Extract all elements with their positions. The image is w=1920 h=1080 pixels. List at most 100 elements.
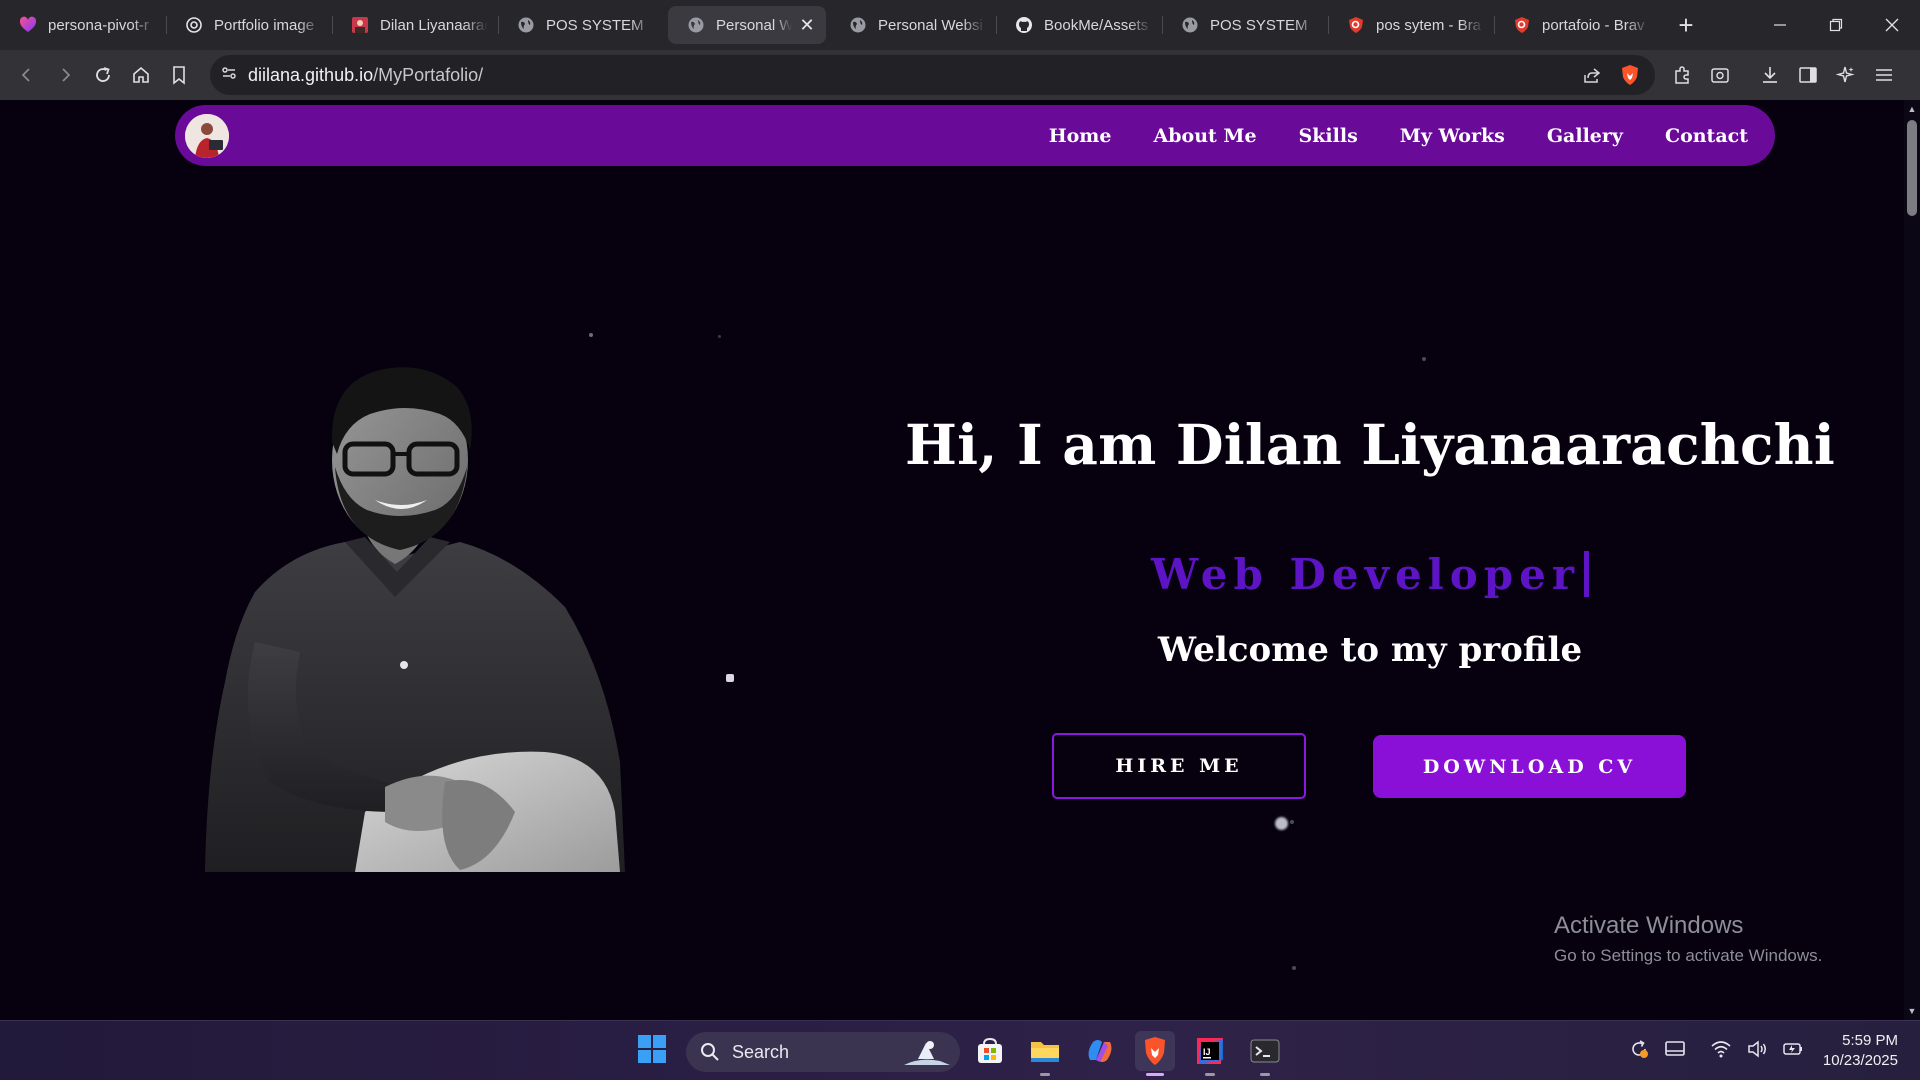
brave-lion-icon (1622, 65, 1638, 85)
browser-tab[interactable]: portafoio - Brav (1494, 6, 1660, 44)
tab-title: Dilan Liyanaarac (380, 16, 488, 34)
browser-tab-active[interactable]: Personal W ✕ (668, 6, 826, 44)
navigation-buttons (8, 56, 198, 94)
sidebar-icon (1799, 67, 1817, 83)
taskbar-clock[interactable]: 5:59 PM 10/23/2025 (1823, 1031, 1898, 1071)
close-tab-icon[interactable]: ✕ (798, 15, 816, 36)
browser-tab[interactable]: persona-pivot-r (0, 6, 166, 44)
taskbar-app[interactable] (970, 1031, 1010, 1071)
display-icon[interactable] (1664, 1038, 1686, 1065)
page-scrollbar[interactable]: ▲ ▼ (1904, 100, 1920, 1020)
watermark-title: Activate Windows (1554, 912, 1744, 939)
share-button[interactable] (1573, 56, 1611, 94)
globe-icon (686, 15, 706, 35)
avatar (185, 113, 229, 158)
browser-tab[interactable]: Dilan Liyanaarac (332, 6, 498, 44)
chatgpt-icon (184, 15, 204, 35)
windows-taskbar: Search IJ 5:59 PM 10/23/2025 (0, 1020, 1920, 1080)
background-particle (1292, 966, 1296, 970)
taskbar-search-box[interactable]: Search (686, 1032, 960, 1072)
url-path: /MyPortafolio/ (373, 64, 484, 85)
role-text: Web Developer (1151, 550, 1580, 599)
typed-role-text: Web Developer (890, 550, 1850, 599)
window-controls (1752, 0, 1920, 50)
profile-logo[interactable] (185, 113, 229, 158)
windows-logo-icon (638, 1035, 666, 1063)
download-cv-button[interactable]: DOWNLOAD CV (1373, 735, 1686, 798)
clock-time: 5:59 PM (1842, 1032, 1898, 1049)
svg-text:IJ: IJ (1203, 1047, 1211, 1057)
share-icon (1584, 68, 1601, 83)
microsoft-store-icon (978, 1037, 1002, 1063)
system-tray (1628, 1021, 1804, 1080)
watermark-subtitle: Go to Settings to activate Windows. (1554, 946, 1823, 965)
start-button[interactable] (636, 1033, 672, 1069)
main-menu-button[interactable] (1865, 56, 1903, 94)
taskbar-app[interactable] (1080, 1031, 1120, 1071)
address-bar[interactable]: diilana.github.io/MyPortafolio/ (210, 55, 1655, 95)
brave-search-icon (1512, 15, 1532, 35)
update-icon[interactable] (1628, 1038, 1650, 1065)
back-button[interactable] (8, 56, 46, 94)
brave-shields-button[interactable] (1611, 56, 1649, 94)
taskbar-app[interactable] (1245, 1031, 1285, 1076)
minimize-icon (1774, 24, 1786, 26)
browser-tab[interactable]: pos sytem - Bra (1328, 6, 1494, 44)
search-icon (701, 1043, 719, 1061)
restore-button[interactable] (1808, 0, 1864, 50)
restore-icon (1829, 18, 1843, 32)
copilot-icon (1088, 1040, 1112, 1062)
home-icon (133, 66, 149, 83)
background-particle (726, 674, 734, 682)
photo-favicon (350, 15, 370, 35)
tab-title: pos sytem - Bra (1376, 16, 1482, 34)
profile-portrait: FILA (205, 367, 625, 872)
file-explorer-icon (1031, 1042, 1059, 1062)
extensions-button[interactable] (1663, 56, 1701, 94)
browser-tab[interactable]: POS SYSTEM (498, 6, 664, 44)
toolbar-right-tools (1663, 56, 1903, 94)
search-highlight-icon (904, 1041, 950, 1065)
browser-tab[interactable]: POS SYSTEM (1162, 6, 1328, 44)
wifi-icon[interactable] (1710, 1038, 1732, 1065)
browser-tab[interactable]: Personal Websi (830, 6, 996, 44)
forward-arrow-icon (62, 68, 71, 82)
leo-ai-button[interactable] (1827, 56, 1865, 94)
browser-tab-strip: persona-pivot-r Portfolio image Dilan Li… (0, 0, 1920, 50)
tab-title: POS SYSTEM (546, 16, 644, 34)
browser-tab[interactable]: Portfolio image (166, 6, 332, 44)
background-particle (718, 335, 721, 338)
site-settings-icon[interactable] (220, 64, 238, 87)
scroll-thumb[interactable] (1907, 120, 1917, 216)
downloads-button[interactable] (1751, 56, 1789, 94)
home-button[interactable] (122, 56, 160, 94)
tab-title: POS SYSTEM (1210, 16, 1308, 34)
puzzle-icon (1675, 66, 1689, 84)
lovable-icon (18, 15, 38, 35)
new-tab-button[interactable]: + (1666, 6, 1706, 44)
forward-button[interactable] (46, 56, 84, 94)
sidebar-button[interactable] (1789, 56, 1827, 94)
reload-button[interactable] (84, 56, 122, 94)
taskbar-app[interactable] (1025, 1031, 1065, 1076)
desktop-screen: persona-pivot-r Portfolio image Dilan Li… (0, 0, 1920, 1080)
scroll-up-icon[interactable]: ▲ (1907, 104, 1917, 114)
volume-icon[interactable] (1746, 1038, 1768, 1065)
minimize-button[interactable] (1752, 0, 1808, 50)
wallet-icon (1711, 68, 1729, 83)
battery-icon[interactable] (1782, 1038, 1804, 1065)
brave-browser-icon (1145, 1037, 1165, 1065)
taskbar-app-active[interactable] (1135, 1031, 1175, 1076)
browser-tab[interactable]: BookMe/Assets (996, 6, 1162, 44)
tab-title: persona-pivot-r (48, 16, 149, 34)
hire-me-button[interactable]: HIRE ME (1052, 733, 1306, 799)
web-page: Home About Me Skills My Works Gallery Co… (0, 100, 1920, 1020)
scroll-down-icon[interactable]: ▼ (1907, 1006, 1917, 1016)
running-indicator (1146, 1073, 1164, 1076)
taskbar-app[interactable]: IJ (1190, 1031, 1230, 1076)
url-text[interactable]: diilana.github.io/MyPortafolio/ (248, 65, 1573, 86)
wallet-button[interactable] (1701, 56, 1739, 94)
bookmark-button[interactable] (160, 56, 198, 94)
close-window-button[interactable] (1864, 0, 1920, 50)
download-icon (1763, 67, 1777, 83)
